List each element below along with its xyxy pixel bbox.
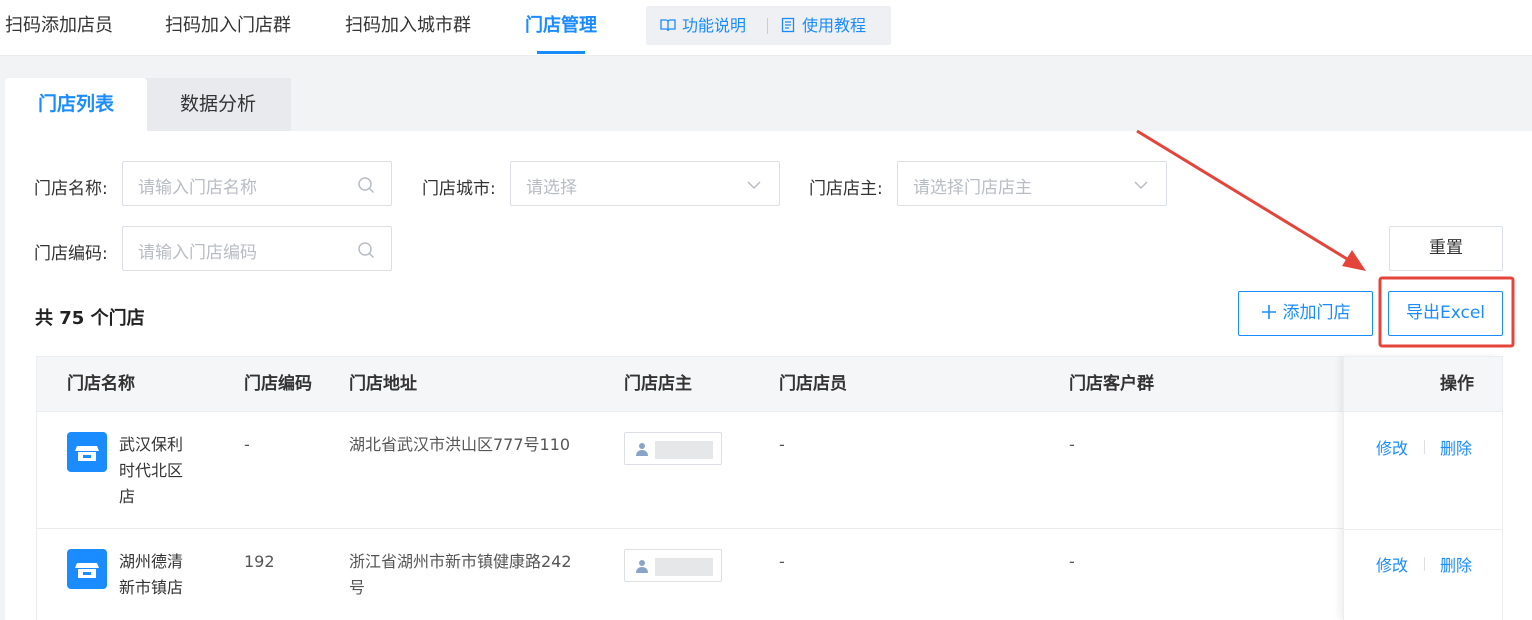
document-icon <box>781 17 795 33</box>
store-staff: - <box>779 552 785 571</box>
store-name-line: 湖州德清 <box>119 552 184 571</box>
store-name-label: 门店名称: <box>34 179 108 199</box>
city-placeholder: 请选择 <box>526 178 577 198</box>
owner-placeholder: 请选择门店店主 <box>913 178 1032 198</box>
owner-name-redacted <box>655 441 713 459</box>
store-address: 浙江省湖州市新市镇健康路242 号 <box>349 549 572 601</box>
store-address-line: 湖北省武汉市洪山区777号110 <box>349 435 571 454</box>
header-store-owner: 门店店主 <box>624 374 692 394</box>
delete-button[interactable]: 删除 <box>1440 552 1472 576</box>
store-icon <box>67 432 107 472</box>
export-excel-button[interactable]: 导出Excel <box>1388 291 1503 336</box>
store-name-line: 武汉保利 <box>119 435 184 454</box>
store-name-input[interactable]: 请输入门店名称 <box>122 161 392 206</box>
action-header-cell: 操作 <box>1344 356 1502 412</box>
tab-scan-join-city-group[interactable]: 扫码加入城市群 <box>345 0 471 56</box>
search-icon <box>358 177 375 194</box>
plus-icon <box>1261 305 1276 319</box>
customer-groups: - <box>1069 552 1075 571</box>
tutorial-label: 使用教程 <box>802 16 867 35</box>
edit-button[interactable]: 修改 <box>1376 552 1408 576</box>
row-divider <box>1344 529 1502 530</box>
action-divider <box>1424 557 1425 571</box>
store-address-line: 号 <box>349 578 366 597</box>
store-code-placeholder: 请输入门店编码 <box>138 243 257 263</box>
help-box: 功能说明 使用教程 <box>646 6 891 45</box>
header-store-address: 门店地址 <box>349 374 417 394</box>
store-address: 湖北省武汉市洪山区777号110 <box>349 432 570 458</box>
content-panel: 数据分析 门店列表 门店名称: 请输入门店名称 门店城市: 请选择 门店店主: … <box>5 78 1532 620</box>
tab-store-list[interactable]: 门店列表 <box>5 78 147 131</box>
search-icon <box>358 242 375 259</box>
owner-label: 门店店主: <box>809 179 883 199</box>
tutorial-link[interactable]: 使用教程 <box>780 6 866 45</box>
action-divider <box>1424 440 1425 454</box>
top-nav: 扫码添加店员 扫码加入门店群 扫码加入城市群 门店管理 功能说明 使用教程 <box>0 0 1532 56</box>
store-code-input[interactable]: 请输入门店编码 <box>122 226 392 271</box>
city-select[interactable]: 请选择 <box>510 161 780 206</box>
tab-store-management[interactable]: 门店管理 <box>525 0 597 56</box>
edit-button[interactable]: 修改 <box>1376 435 1408 459</box>
owner-select[interactable]: 请选择门店店主 <box>897 161 1167 206</box>
store-name-line: 店 <box>119 487 136 506</box>
city-label: 门店城市: <box>422 179 496 199</box>
owner-tag[interactable] <box>624 432 722 465</box>
help-divider <box>767 18 768 34</box>
add-store-button[interactable]: 添加门店 <box>1238 291 1373 336</box>
header-store-code: 门店编码 <box>244 374 312 394</box>
owner-tag[interactable] <box>624 549 722 582</box>
user-icon <box>636 560 648 573</box>
tab-scan-join-store-group[interactable]: 扫码加入门店群 <box>165 0 291 56</box>
store-count: 共 75 个门店 <box>35 308 145 329</box>
reset-button[interactable]: 重置 <box>1389 226 1503 271</box>
tab-data-analysis[interactable]: 数据分析 <box>145 78 291 131</box>
store-staff: - <box>779 435 785 454</box>
table-row: 武汉保利 时代北区 店 - 湖北省武汉市洪山区777号110 - - <box>37 412 1502 529</box>
store-name-placeholder: 请输入门店名称 <box>138 178 257 198</box>
book-icon <box>660 19 676 32</box>
store-name: 武汉保利 时代北区 店 <box>119 432 183 510</box>
header-store-name: 门店名称 <box>67 374 135 394</box>
header-store-staff: 门店店员 <box>779 374 847 394</box>
store-table: 门店名称 门店编码 门店地址 门店店主 门店店员 门店客户群 武汉保利 时代北区… <box>36 356 1503 620</box>
store-name: 湖州德清 新市镇店 <box>119 549 183 601</box>
feature-description-link[interactable]: 功能说明 <box>660 6 746 45</box>
store-icon <box>67 549 107 589</box>
add-store-label: 添加门店 <box>1282 303 1351 323</box>
header-action: 操作 <box>1440 374 1474 394</box>
delete-button[interactable]: 删除 <box>1440 435 1472 459</box>
chevron-down-icon <box>1134 181 1148 190</box>
tab-scan-add-staff[interactable]: 扫码添加店员 <box>5 0 113 56</box>
store-name-line: 新市镇店 <box>119 578 184 597</box>
chevron-down-icon <box>747 181 761 190</box>
feature-description-label: 功能说明 <box>682 16 747 35</box>
table-header: 门店名称 门店编码 门店地址 门店店主 门店店员 门店客户群 <box>37 356 1502 412</box>
action-column: 操作 修改 删除 修改 删除 <box>1343 356 1502 620</box>
customer-groups: - <box>1069 435 1075 454</box>
store-code: 192 <box>244 552 275 571</box>
store-name-line: 时代北区 <box>119 461 184 480</box>
table-row: 湖州德清 新市镇店 192 浙江省湖州市新市镇健康路242 号 - - <box>37 529 1502 620</box>
panel-tabs: 数据分析 门店列表 <box>5 78 1532 131</box>
owner-name-redacted <box>655 558 713 576</box>
store-code-label: 门店编码: <box>34 244 108 264</box>
store-code: - <box>244 435 250 454</box>
header-customer-groups: 门店客户群 <box>1069 374 1154 394</box>
store-address-line: 浙江省湖州市新市镇健康路242 <box>349 552 572 571</box>
user-icon <box>636 443 648 456</box>
